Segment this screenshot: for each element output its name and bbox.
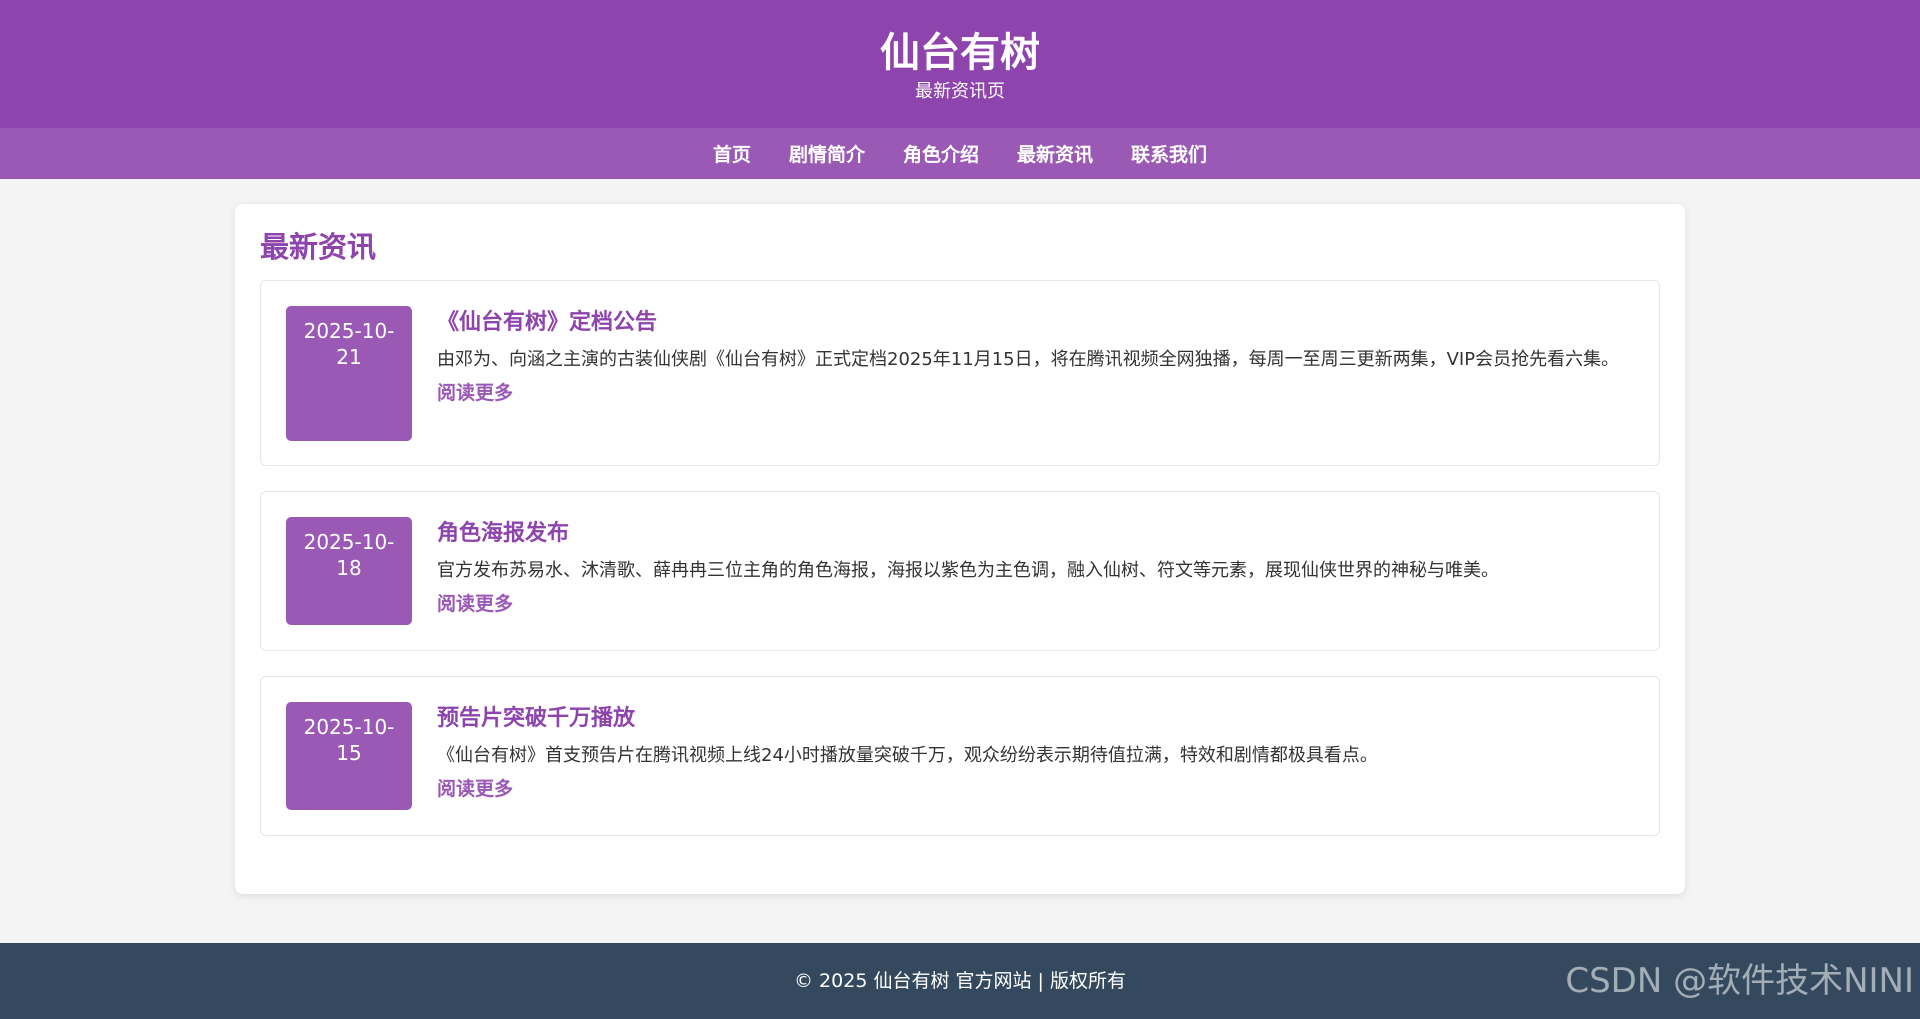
site-title: 仙台有树 <box>880 30 1040 76</box>
news-date-badge: 2025-10- 18 <box>286 517 412 625</box>
news-title: 《仙台有树》定档公告 <box>437 310 658 335</box>
news-date-line1: 2025-10- <box>303 319 395 343</box>
news-date-line2: 18 <box>336 556 362 580</box>
nav-item-contact[interactable]: 联系我们 <box>1131 140 1207 167</box>
news-date-badge: 2025-10- 15 <box>286 702 412 810</box>
news-date-badge: 2025-10- 21 <box>286 306 412 441</box>
nav-item-news[interactable]: 最新资讯 <box>1017 140 1093 167</box>
news-description: 《仙台有树》首支预告片在腾讯视频上线24小时播放量突破千万，观众纷纷表示期待值拉… <box>437 745 1378 766</box>
news-date-line1: 2025-10- <box>303 715 395 739</box>
news-item: 2025-10- 18 角色海报发布 官方发布苏易水、沐清歌、薛冉冉三位主角的角… <box>260 491 1660 651</box>
section-title: 最新资讯 <box>260 230 377 264</box>
news-date-line1: 2025-10- <box>303 530 395 554</box>
news-body: 预告片突破千万播放 《仙台有树》首支预告片在腾讯视频上线24小时播放量突破千万，… <box>437 702 1634 803</box>
news-body: 《仙台有树》定档公告 由邓为、向涵之主演的古装仙侠剧《仙台有树》正式定档2025… <box>437 306 1634 407</box>
news-title: 角色海报发布 <box>437 521 570 546</box>
news-item: 2025-10- 21 《仙台有树》定档公告 由邓为、向涵之主演的古装仙侠剧《仙… <box>260 280 1660 466</box>
news-date-line2: 21 <box>336 345 362 369</box>
footer-copyright: © 2025 仙台有树 官方网站 | 版权所有 <box>794 970 1126 992</box>
read-more-link[interactable]: 阅读更多 <box>437 379 513 407</box>
news-title: 预告片突破千万播放 <box>437 706 636 731</box>
nav-item-home[interactable]: 首页 <box>713 140 751 167</box>
news-description: 官方发布苏易水、沐清歌、薛冉冉三位主角的角色海报，海报以紫色为主色调，融入仙树、… <box>437 560 1499 581</box>
read-more-link[interactable]: 阅读更多 <box>437 775 513 803</box>
site-header: 仙台有树 最新资讯页 <box>0 0 1920 128</box>
news-section: 最新资讯 2025-10- 21 《仙台有树》定档公告 由邓为、向涵之主演的古装… <box>235 204 1685 894</box>
nav-item-characters[interactable]: 角色介绍 <box>903 140 979 167</box>
site-subtitle: 最新资讯页 <box>915 81 1005 102</box>
main-nav: 首页 剧情简介 角色介绍 最新资讯 联系我们 <box>0 128 1920 179</box>
news-body: 角色海报发布 官方发布苏易水、沐清歌、薛冉冉三位主角的角色海报，海报以紫色为主色… <box>437 517 1634 618</box>
nav-item-plot[interactable]: 剧情简介 <box>789 140 865 167</box>
news-item: 2025-10- 15 预告片突破千万播放 《仙台有树》首支预告片在腾讯视频上线… <box>260 676 1660 836</box>
news-date-line2: 15 <box>336 741 362 765</box>
read-more-link[interactable]: 阅读更多 <box>437 590 513 618</box>
news-description: 由邓为、向涵之主演的古装仙侠剧《仙台有树》正式定档2025年11月15日，将在腾… <box>437 349 1620 370</box>
csdn-watermark: CSDN @软件技术NINI <box>1565 961 1914 1001</box>
